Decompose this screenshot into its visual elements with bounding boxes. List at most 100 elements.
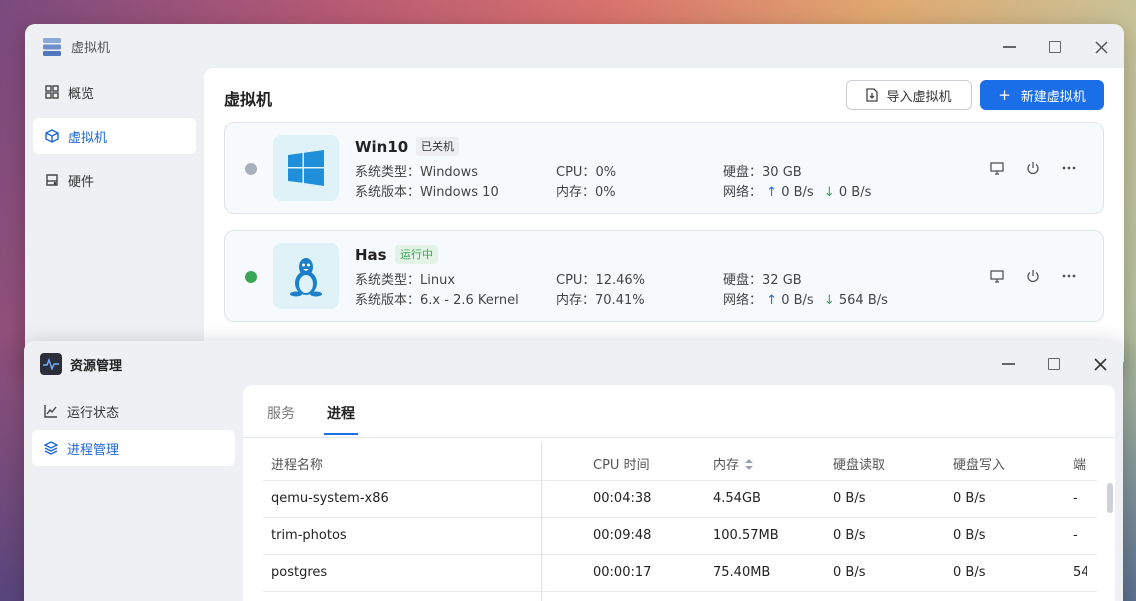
extra-col: 54 [1073,565,1087,580]
os-logo [273,135,339,201]
grid-icon [45,85,59,99]
os-type: 系统类型：Windows [355,165,479,180]
maximize-button[interactable] [1041,351,1067,377]
os-version: 系统版本：6.x - 2.6 Kernel [355,293,519,308]
active-tab-indicator [324,433,358,435]
more-icon [1062,274,1076,278]
sidebar-item-hardware[interactable]: 硬件 [33,162,196,198]
tab-services[interactable]: 服务 [267,403,295,423]
monitor-icon [990,161,1004,175]
disk-write: 0 B/s [953,491,986,506]
new-vm-button[interactable]: + 新建虚拟机 [980,80,1104,110]
status-badge: 已关机 [416,137,459,156]
linux-logo-icon [290,258,322,297]
column-header[interactable]: 硬盘写入 [953,454,1005,473]
memory: 75.40MB [713,565,771,580]
vm-titlebar: 虚拟机 [25,24,1124,68]
cube-icon [45,129,59,143]
resource-main-panel: 服务 进程 进程名称 CPU 时间 内存 硬盘读取 硬盘写入 端 qemu-sy… [243,385,1115,601]
drive-icon [46,174,58,186]
new-vm-label: 新建虚拟机 [1020,89,1086,105]
memory: 100.57MB [713,528,779,543]
close-icon [1093,357,1107,371]
process-name: trim-photos [271,528,347,543]
row-divider [263,554,1097,555]
row-divider [263,517,1097,518]
close-icon [1094,40,1108,54]
plus-icon: + [998,86,1011,104]
minimize-button[interactable] [996,34,1022,60]
sort-icon [745,459,754,470]
sidebar-item-overview[interactable]: 概览 [33,74,196,110]
cpu-time: 00:09:48 [593,528,652,543]
disk-size: 硬盘：30 GB [723,165,802,180]
disk-write: 0 B/s [953,528,986,543]
vm-name: Win10 [355,138,409,156]
tab-divider [243,437,1115,438]
line-chart-icon [44,405,57,418]
process-name: postgres [271,565,328,580]
resource-window-title: 资源管理 [70,359,123,374]
vm-card-has[interactable]: Has 运行中 系统类型：Linux 系统版本：6.x - 2.6 Kernel… [224,230,1104,322]
vm-main-panel: 虚拟机 导入虚拟机 + 新建虚拟机 Win10 已关机 系统类型：Windows… [204,68,1124,369]
os-logo [273,243,339,309]
status-dot [245,163,257,175]
vm-card-win10[interactable]: Win10 已关机 系统类型：Windows 系统版本：Windows 10 C… [224,122,1104,214]
monitor-icon [990,269,1004,283]
column-header-memory[interactable]: 内存 [713,454,754,473]
cpu-usage: CPU：0% [556,165,617,180]
minimize-button[interactable] [995,351,1021,377]
arrow-up-icon: ↑ [766,185,778,200]
status-dot [245,271,257,283]
disk-write: 0 B/s [953,565,986,580]
extra-col: - [1073,528,1078,543]
disk-read: 0 B/s [833,565,866,580]
memory: 4.54GB [713,491,761,506]
close-button[interactable] [1087,351,1113,377]
row-divider [263,591,1097,592]
mem-usage: 内存：0% [556,185,616,200]
resource-app-icon [40,353,62,375]
disk-read: 0 B/s [833,528,866,543]
sidebar-item-label: 概览 [68,86,95,102]
column-header[interactable]: CPU 时间 [593,454,650,473]
console-button[interactable] [988,159,1006,177]
power-button[interactable] [1024,267,1042,285]
close-button[interactable] [1088,34,1114,60]
vm-window: 虚拟机 概览 虚拟机 硬件 虚拟机 导入虚拟机 + 新建虚拟机 Win10 已关… [25,24,1124,369]
console-button[interactable] [988,267,1006,285]
layers-icon [44,441,58,455]
maximize-button[interactable] [1042,34,1068,60]
sidebar-item-vm[interactable]: 虚拟机 [33,118,196,154]
power-button[interactable] [1024,159,1042,177]
arrow-down-icon: ↓ [823,293,835,308]
os-version: 系统版本：Windows 10 [355,185,499,200]
column-resize-divider[interactable] [541,443,542,601]
more-button[interactable] [1060,159,1078,177]
vm-name: Has [355,246,387,264]
network-rate: 网络： ↑ 0 B/s ↓ 0 B/s [723,185,872,200]
disk-size: 硬盘：32 GB [723,273,802,288]
column-header[interactable]: 硬盘读取 [833,454,885,473]
sidebar-item-process[interactable]: 进程管理 [32,430,235,466]
status-badge: 运行中 [395,245,438,264]
import-vm-button[interactable]: 导入虚拟机 [846,80,972,110]
resource-manager-window: 资源管理 运行状态 进程管理 服务 进程 进程名称 CPU 时间 内存 硬盘读取… [24,341,1123,601]
resource-sidebar: 运行状态 进程管理 [24,391,243,601]
tab-processes[interactable]: 进程 [327,403,355,423]
cpu-time: 00:00:17 [593,565,652,580]
pulse-icon [43,358,59,370]
column-header[interactable]: 端 [1073,454,1087,473]
column-header[interactable]: 进程名称 [271,454,323,473]
vm-app-icon [43,38,61,56]
sidebar-item-label: 虚拟机 [68,130,108,146]
sidebar-item-status[interactable]: 运行状态 [32,393,235,429]
more-button[interactable] [1060,267,1078,285]
scrollbar[interactable] [1107,483,1113,513]
sidebar-item-label: 进程管理 [67,442,120,458]
power-icon [1027,162,1039,175]
disk-read: 0 B/s [833,491,866,506]
import-vm-label: 导入虚拟机 [886,89,952,105]
power-icon [1027,270,1039,283]
page-title: 虚拟机 [224,90,273,109]
